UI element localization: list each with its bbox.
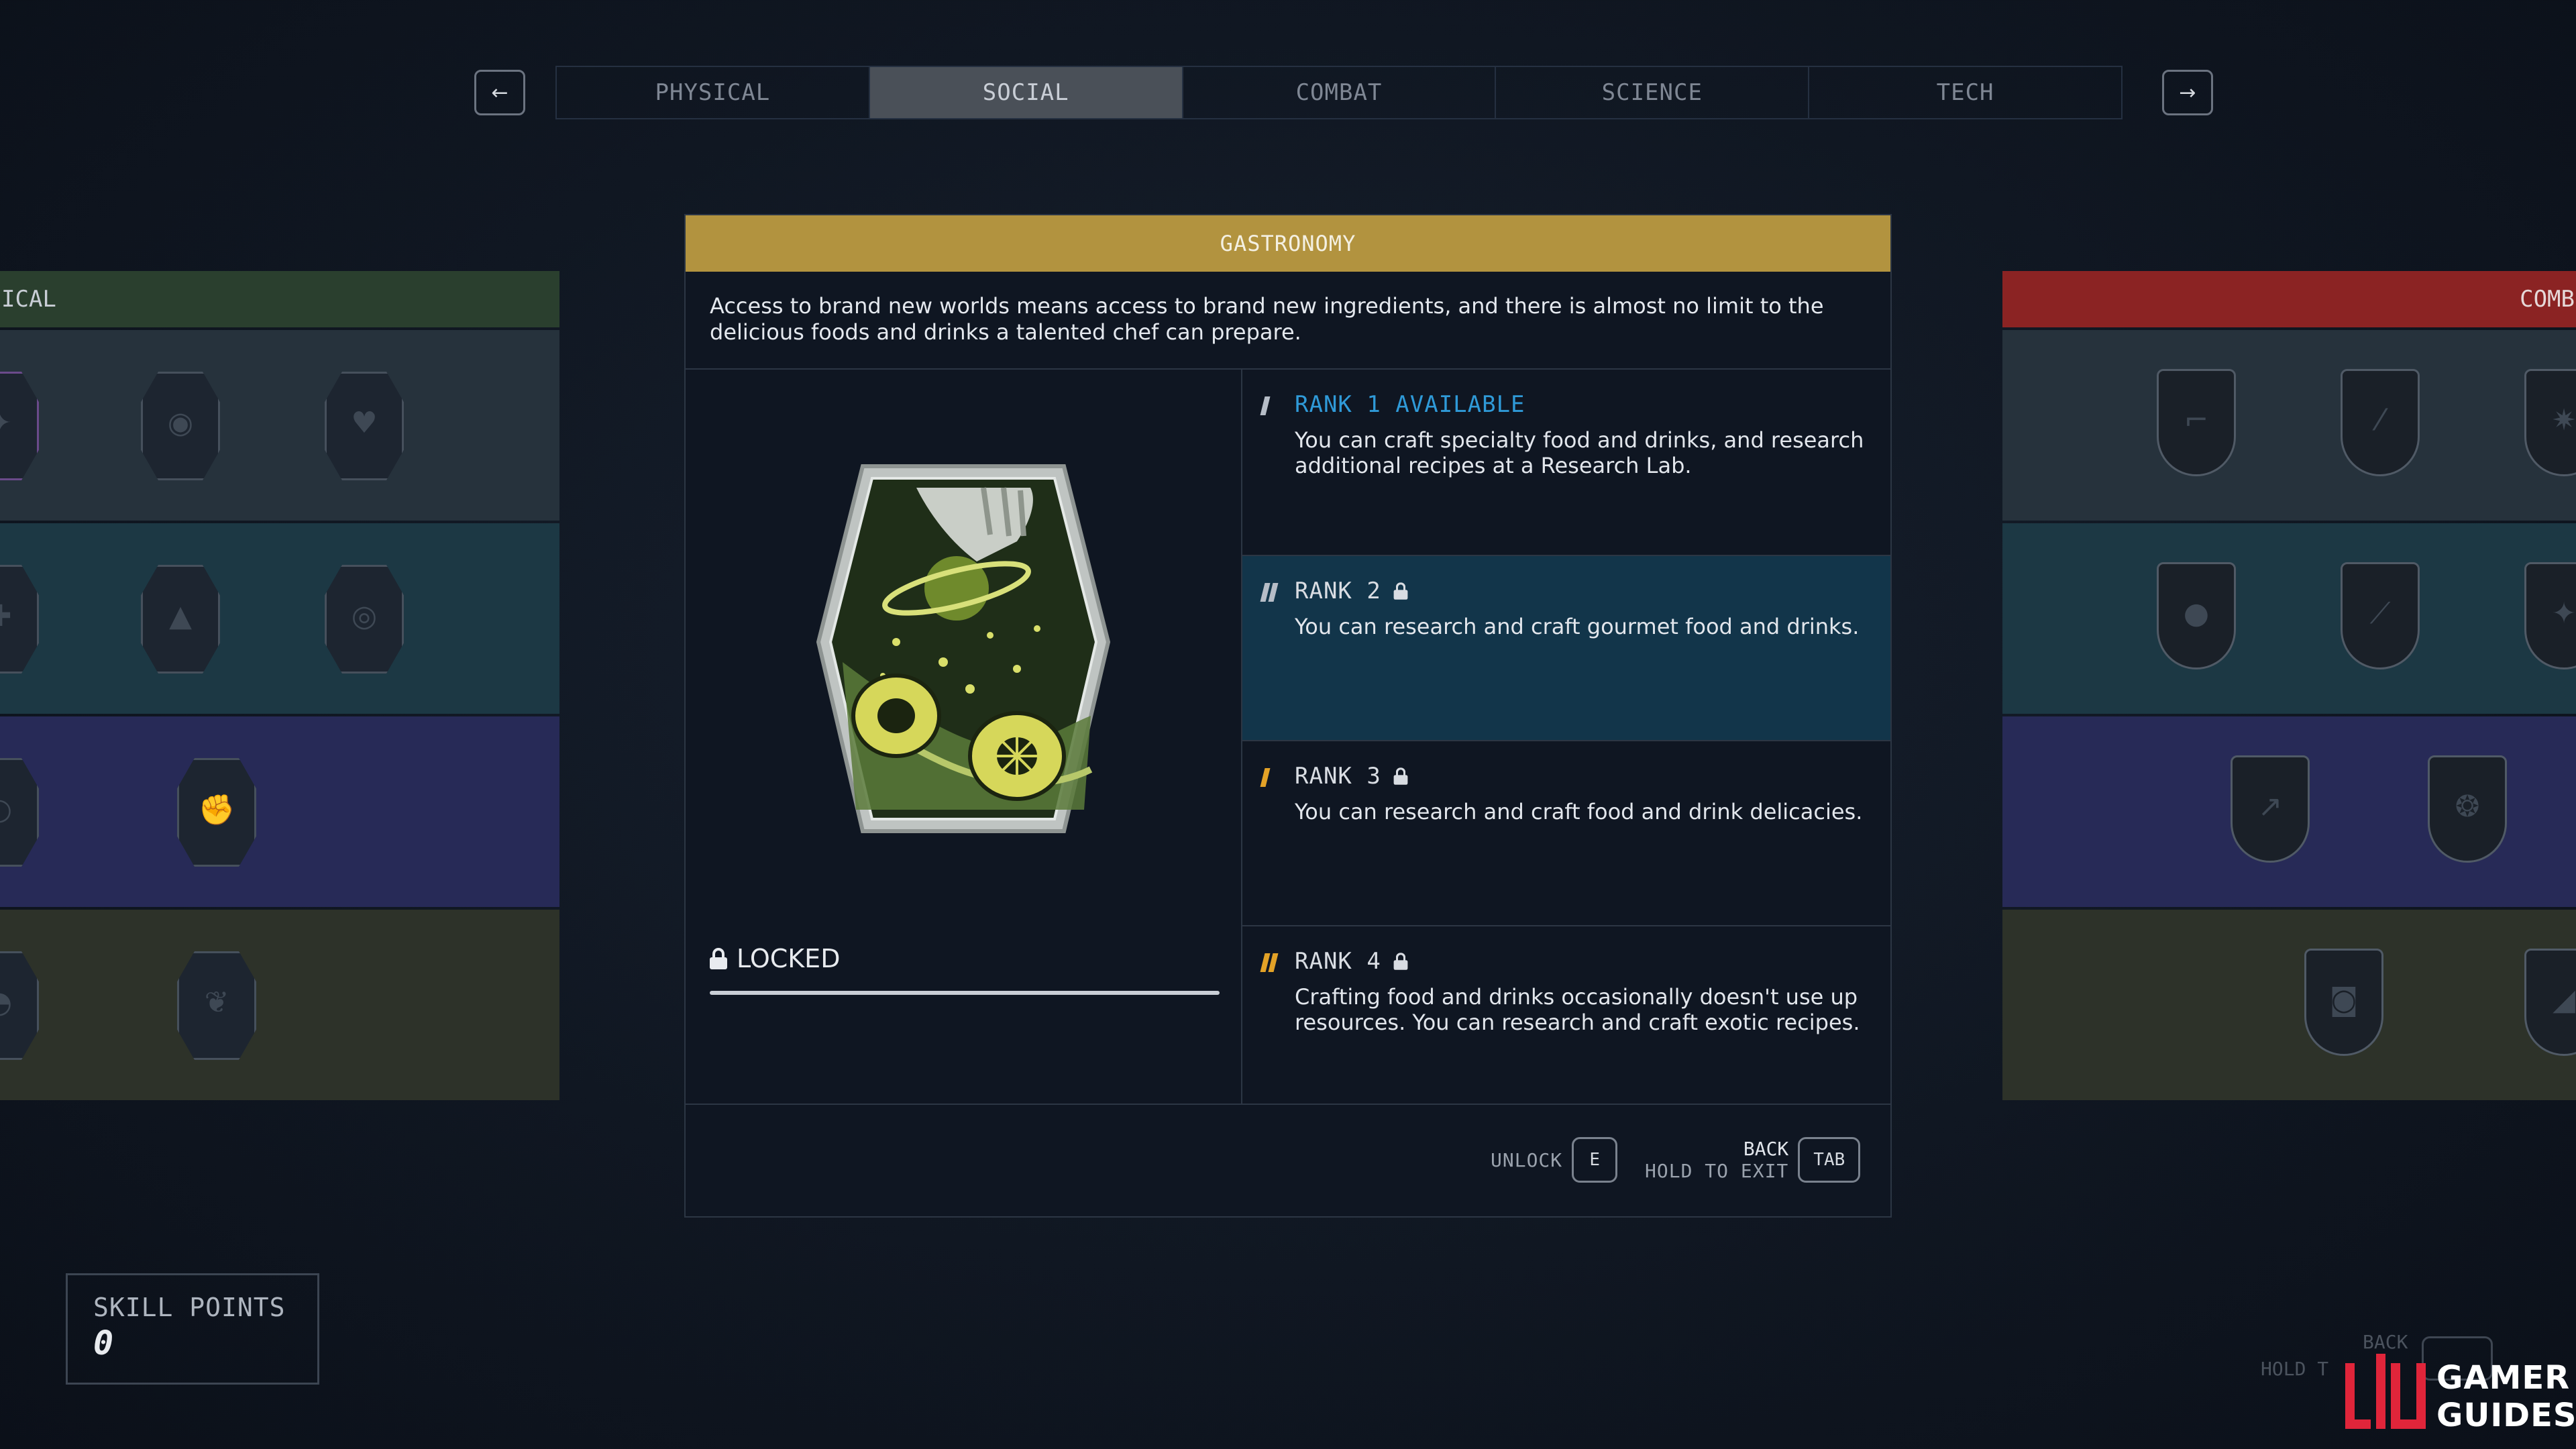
- physical-panel-header: ICAL: [0, 271, 559, 327]
- skill-badge-icon[interactable]: ❂: [2428, 755, 2507, 863]
- next-category-button[interactable]: →: [2162, 70, 2213, 115]
- tab-tech[interactable]: TECH: [1809, 67, 2121, 118]
- back-button[interactable]: BACK HOLD TO EXIT TAB: [1645, 1137, 1861, 1183]
- watermark-line-2: GUIDES: [2436, 1397, 2576, 1434]
- gamer-guides-watermark: GAMER GUIDES: [2328, 1340, 2576, 1441]
- combat-panel-header: COMB: [2002, 271, 2576, 327]
- status-label: LOCKED: [737, 944, 841, 973]
- watermark-line-1: GAMER: [2436, 1359, 2571, 1397]
- unlock-key: E: [1572, 1137, 1618, 1183]
- prev-category-button[interactable]: ←: [474, 70, 525, 115]
- back-key: TAB: [1798, 1137, 1861, 1183]
- skill-badge-icon[interactable]: ◎: [325, 565, 404, 674]
- skill-badge-icon[interactable]: ⟋: [2341, 562, 2420, 669]
- skill-tier-row: ✦ ◉ ♥: [0, 330, 559, 521]
- lock-icon: [1393, 582, 1408, 600]
- skill-badge-icon[interactable]: ●: [2157, 562, 2236, 669]
- skill-badge-icon[interactable]: ✚: [0, 565, 39, 674]
- skill-badge-icon[interactable]: ⁄: [2341, 369, 2420, 476]
- arrow-right-icon: →: [2179, 80, 2196, 105]
- tab-physical[interactable]: PHYSICAL: [557, 67, 870, 118]
- progress-bar: [710, 991, 1220, 995]
- skill-badge-icon[interactable]: ✊: [177, 758, 256, 867]
- tab-combat[interactable]: COMBAT: [1183, 67, 1497, 118]
- skill-badge-icon[interactable]: ✦: [2524, 562, 2576, 669]
- skill-tier-row: ✚ ▲ ◎: [0, 523, 559, 714]
- skill-points-box: SKILL POINTS 0: [66, 1273, 319, 1385]
- skill-points-value: 0: [93, 1324, 114, 1362]
- skill-badge-icon[interactable]: ✷: [2524, 369, 2576, 476]
- skill-badge-icon[interactable]: ↗: [2231, 755, 2310, 863]
- faded-hold-label: HOLD T: [2261, 1358, 2329, 1380]
- rank-1-marker-icon: [1260, 396, 1271, 415]
- skill-badge-icon[interactable]: ❦: [177, 951, 256, 1060]
- skill-badge-icon[interactable]: ◢: [2524, 949, 2576, 1056]
- skill-badge-icon[interactable]: ◔: [0, 951, 39, 1060]
- skill-title: GASTRONOMY: [686, 215, 1890, 272]
- skill-tier-row: ⌐ ⁄ ✷: [2002, 330, 2576, 521]
- skill-tier-row: ↗ ❂: [2002, 716, 2576, 907]
- skill-status: LOCKED: [710, 944, 1220, 973]
- rank-4-marker-icon: [1260, 953, 1279, 972]
- skill-badge-icon[interactable]: ▲: [141, 565, 220, 674]
- rank-4-item[interactable]: RANK 4 Crafting food and drinks occasion…: [1242, 925, 1890, 1110]
- skill-detail-modal: GASTRONOMY Access to brand new worlds me…: [684, 214, 1892, 1218]
- hold-exit-label: HOLD TO EXIT: [1645, 1160, 1789, 1182]
- rank-description: You can craft specialty food and drinks,…: [1295, 427, 1864, 478]
- skill-badge-icon[interactable]: ♥: [325, 372, 404, 480]
- gastronomy-badge-icon: [816, 464, 1111, 833]
- rank-description: Crafting food and drinks occasionally do…: [1295, 984, 1860, 1035]
- modal-footer: UNLOCK E BACK HOLD TO EXIT TAB: [686, 1104, 1890, 1218]
- rank-title: RANK 2: [1295, 578, 1381, 604]
- skill-tier-row: ◔ ❦: [0, 910, 559, 1100]
- unlock-label: UNLOCK: [1491, 1148, 1563, 1171]
- skill-badge-icon[interactable]: ✦: [0, 372, 39, 480]
- tab-science[interactable]: SCIENCE: [1496, 67, 1810, 118]
- rank-2-marker-icon: [1260, 583, 1279, 602]
- skill-tier-row: ◐ ✊: [0, 716, 559, 907]
- lock-icon: [710, 948, 727, 969]
- skill-points-label: SKILL POINTS: [93, 1293, 286, 1322]
- rank-title: RANK 1 AVAILABLE: [1295, 391, 1525, 418]
- skill-badge-icon[interactable]: ⌐: [2157, 369, 2236, 476]
- unlock-button[interactable]: UNLOCK E: [1491, 1137, 1618, 1183]
- back-label: BACK: [1743, 1138, 1789, 1160]
- combat-skill-panel: COMB ⌐ ⁄ ✷ ● ⟋ ✦ ↗ ❂ ◙ ◢: [2002, 271, 2576, 1100]
- arrow-left-icon: ←: [491, 80, 508, 105]
- category-tabs: PHYSICAL SOCIAL COMBAT SCIENCE TECH: [555, 66, 2123, 119]
- lock-icon: [1393, 953, 1408, 970]
- skill-description: Access to brand new worlds means access …: [686, 272, 1890, 370]
- physical-skill-panel: ICAL ✦ ◉ ♥ ✚ ▲ ◎ ◐ ✊ ◔ ❦: [0, 271, 559, 1100]
- skill-art-pane: LOCKED: [686, 370, 1242, 1104]
- rank-3-marker-icon: [1260, 768, 1271, 787]
- tab-social[interactable]: SOCIAL: [869, 67, 1183, 118]
- rank-list: RANK 1 AVAILABLE You can craft specialty…: [1242, 370, 1890, 1104]
- rank-2-item[interactable]: RANK 2 You can research and craft gourme…: [1242, 555, 1890, 740]
- lock-icon: [1393, 767, 1408, 785]
- rank-title: RANK 3: [1295, 763, 1381, 790]
- rank-title: RANK 4: [1295, 948, 1381, 975]
- skill-badge-icon[interactable]: ◉: [141, 372, 220, 480]
- skill-tier-row: ● ⟋ ✦: [2002, 523, 2576, 714]
- rank-3-item[interactable]: RANK 3 You can research and craft food a…: [1242, 740, 1890, 925]
- skill-badge-icon[interactable]: ◙: [2304, 949, 2383, 1056]
- rank-1-item[interactable]: RANK 1 AVAILABLE You can craft specialty…: [1242, 370, 1890, 555]
- skill-tier-row: ◙ ◢: [2002, 910, 2576, 1100]
- rank-description: You can research and craft food and drin…: [1295, 799, 1863, 824]
- rank-description: You can research and craft gourmet food …: [1295, 614, 1860, 639]
- skill-badge-icon[interactable]: ◐: [0, 758, 39, 867]
- skill-detail-body: LOCKED RANK 1 AVAILABLE You can craft sp…: [686, 370, 1890, 1104]
- gamer-guides-logo-icon: [2345, 1354, 2426, 1429]
